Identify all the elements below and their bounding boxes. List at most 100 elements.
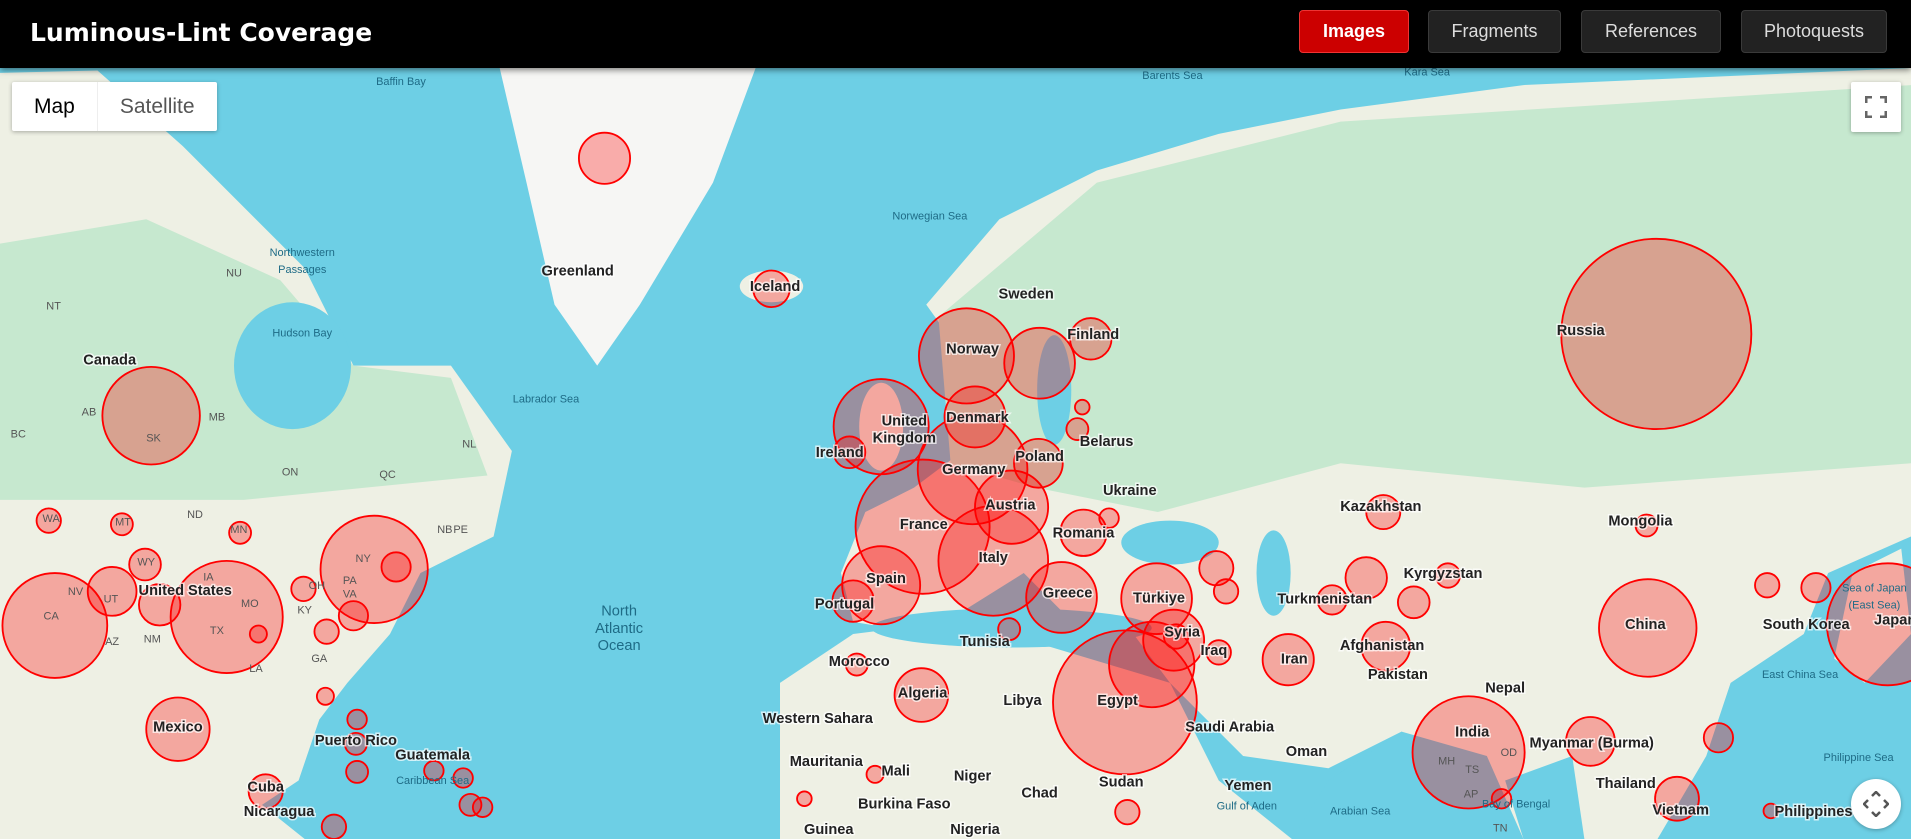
country-label: Finland xyxy=(1067,327,1119,343)
region-label: NV xyxy=(68,586,84,598)
country-label: Greece xyxy=(1043,585,1093,601)
country-label: Libya xyxy=(1003,693,1042,709)
country-label: Germany xyxy=(942,462,1006,478)
country-label: Sweden xyxy=(999,287,1054,303)
water-label: Baffin Bay xyxy=(376,76,426,88)
nav-fragments-button[interactable]: Fragments xyxy=(1428,10,1561,53)
water-label: Labrador Sea xyxy=(513,393,580,405)
coverage-marker[interactable] xyxy=(1114,799,1141,826)
coverage-marker[interactable] xyxy=(101,365,201,466)
country-label: France xyxy=(900,517,948,533)
map-type-satellite-button[interactable]: Satellite xyxy=(98,82,217,131)
water-label: Hudson Bay xyxy=(272,327,332,339)
region-label: QC xyxy=(379,469,396,481)
coverage-marker[interactable] xyxy=(1702,722,1734,754)
coverage-marker[interactable] xyxy=(1396,585,1431,620)
coverage-marker[interactable] xyxy=(86,566,138,617)
hudson-bay xyxy=(234,302,351,430)
country-label: Yemen xyxy=(1224,778,1271,794)
country-label: Nepal xyxy=(1485,681,1525,697)
coverage-marker[interactable] xyxy=(471,796,494,818)
water-label: Gulf of Aden xyxy=(1217,801,1277,813)
coverage-marker[interactable] xyxy=(1212,578,1240,605)
country-label: Tunisia xyxy=(960,634,1011,650)
map-canvas[interactable]: Greenland Iceland Canada Sweden Norway Finlan… xyxy=(0,68,1911,839)
country-label: Philippines xyxy=(1775,804,1853,820)
coverage-marker[interactable] xyxy=(248,624,268,644)
country-label: Japan xyxy=(1874,612,1911,628)
coverage-marker[interactable] xyxy=(169,559,284,675)
country-label: Myanmar (Burma) xyxy=(1530,735,1654,751)
country-label: Chad xyxy=(1021,786,1058,802)
region-label: MO xyxy=(241,598,259,610)
coverage-marker[interactable] xyxy=(346,708,368,731)
region-label: OH xyxy=(309,580,326,592)
region-label: TN xyxy=(1493,823,1508,835)
country-label: Puerto Rico xyxy=(315,733,397,749)
coverage-marker[interactable] xyxy=(1754,572,1781,599)
country-label: Belarus xyxy=(1080,434,1134,450)
top-bar: Luminous-Lint Coverage Images Fragments … xyxy=(0,0,1911,68)
region-label: NY xyxy=(356,553,372,565)
coverage-marker[interactable] xyxy=(313,618,340,645)
region-label: NU xyxy=(226,268,242,280)
country-label: Morocco xyxy=(829,654,890,670)
map-type-control: Map Satellite xyxy=(12,82,217,131)
country-label: Egypt xyxy=(1097,693,1138,709)
country-label: South Korea xyxy=(1763,617,1851,633)
nav-photoquests-button[interactable]: Photoquests xyxy=(1741,10,1887,53)
coverage-marker[interactable] xyxy=(1003,326,1076,400)
country-label: Denmark xyxy=(946,410,1009,426)
coverage-marker[interactable] xyxy=(315,686,335,706)
coverage-marker[interactable] xyxy=(337,600,369,632)
country-label: Sudan xyxy=(1099,775,1144,791)
region-label: MT xyxy=(115,516,131,528)
nav-images-button[interactable]: Images xyxy=(1299,10,1409,53)
coverage-map[interactable]: Greenland Iceland Canada Sweden Norway Finlan… xyxy=(0,68,1911,839)
region-label: NT xyxy=(46,301,61,313)
country-label: China xyxy=(1625,617,1666,633)
greenland xyxy=(499,68,756,366)
country-label: Ukraine xyxy=(1103,483,1157,499)
region-label: KY xyxy=(297,604,312,616)
country-label: Oman xyxy=(1286,744,1327,760)
region-label: NB xyxy=(437,524,452,536)
region-label: PE xyxy=(453,524,468,536)
coverage-marker[interactable] xyxy=(1800,572,1832,604)
country-label: Guatemala xyxy=(395,748,471,764)
water-label: Caribbean Sea xyxy=(396,775,470,787)
country-label: Portugal xyxy=(815,596,874,612)
region-label: NM xyxy=(144,634,161,646)
coverage-marker[interactable] xyxy=(577,131,632,185)
country-label: Nigeria xyxy=(950,822,1000,838)
water-label: Barents Sea xyxy=(1142,70,1203,82)
country-label: Vietnam xyxy=(1652,803,1709,819)
coverage-marker[interactable] xyxy=(1074,398,1091,416)
water-label: Arabian Sea xyxy=(1330,806,1391,818)
coverage-marker[interactable] xyxy=(345,760,369,784)
region-label: TX xyxy=(210,625,225,637)
water-label: North Atlantic Ocean xyxy=(595,604,643,654)
country-label: Kyrgyzstan xyxy=(1404,566,1483,582)
country-label: Thailand xyxy=(1596,776,1656,792)
country-label: Saudi Arabia xyxy=(1185,720,1275,736)
country-label: Afghanistan xyxy=(1340,638,1425,654)
map-type-map-button[interactable]: Map xyxy=(12,82,98,131)
coverage-marker[interactable] xyxy=(380,551,412,583)
fullscreen-button[interactable] xyxy=(1851,82,1901,132)
country-label: India xyxy=(1455,725,1490,741)
region-label: CA xyxy=(44,610,60,622)
country-label: Greenland xyxy=(542,263,614,279)
coverage-marker[interactable] xyxy=(320,813,348,839)
camera-control-button[interactable] xyxy=(1851,779,1901,829)
coverage-marker[interactable] xyxy=(319,514,429,624)
coverage-marker[interactable] xyxy=(796,790,813,807)
water-label: Bay of Bengal xyxy=(1482,798,1550,810)
water-label: East China Sea xyxy=(1762,669,1839,681)
country-label: Mali xyxy=(882,764,910,780)
country-label: United States xyxy=(139,583,232,599)
nav-references-button[interactable]: References xyxy=(1581,10,1721,53)
water-label: Philippine Sea xyxy=(1824,752,1895,764)
region-label: OD xyxy=(1501,747,1518,759)
country-label: Turkmenistan xyxy=(1277,592,1372,608)
